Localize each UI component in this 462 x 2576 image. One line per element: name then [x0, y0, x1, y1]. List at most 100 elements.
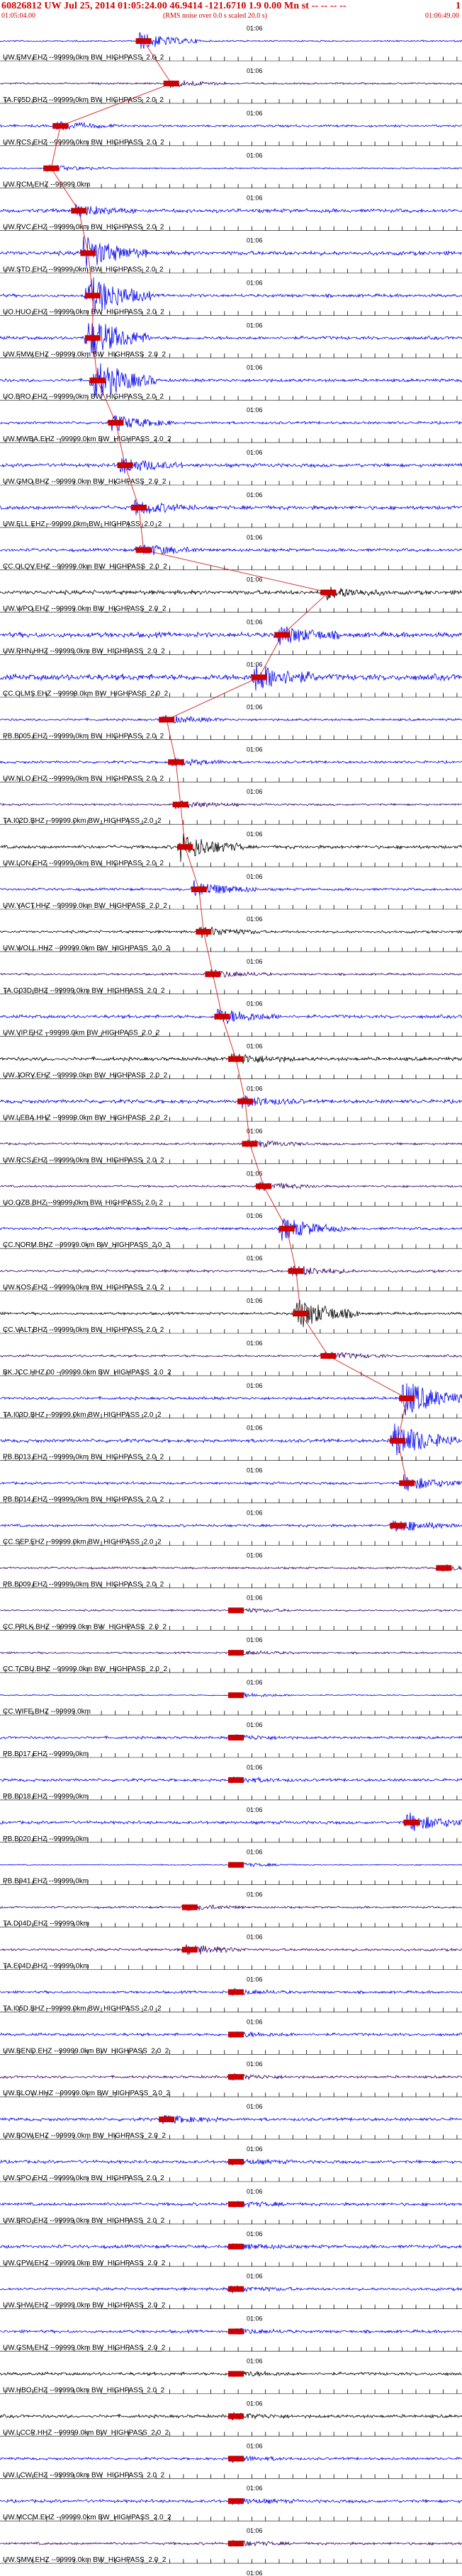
time-mark-label: 01:06 — [247, 1636, 263, 1643]
pick-marker — [228, 2541, 244, 2547]
station-label: UW.SMW.EHZ --99999.0km BW_HIGHPASS_2.0_2 — [3, 2556, 167, 2564]
station-label: UW.HBO.EHZ --99999.0km BW_HIGHPASS_2.0_2 — [3, 2387, 165, 2395]
time-mark-label: 01:06 — [247, 2145, 263, 2153]
station-label: UW.FMW.EHZ --99999.0km BW_HIGHPASS_2.0_2 — [3, 351, 166, 358]
time-mark-label: 01:06 — [247, 703, 263, 710]
event-title: 60826812 UW Jul 25, 2014 01:05:24.00 46.… — [1, 1, 346, 11]
time-mark-label: 01:06 — [247, 195, 263, 202]
time-mark-label: 01:06 — [247, 237, 263, 244]
station-label: BK.JCC.HHZ.00 --99999.0km BW_HIGHPASS_2.… — [3, 1369, 171, 1377]
pick-marker — [403, 1819, 419, 1825]
waveform-trace — [0, 1139, 462, 1149]
pick-marker — [228, 1735, 244, 1740]
station-label: PB.B941.EHZ --99999.0km — [3, 1878, 89, 1886]
waveform-trace — [0, 1903, 462, 1911]
station-label: CC.NORM.BHZ --99999.0km BW_HIGHPASS_2.0_… — [3, 1241, 170, 1249]
seismogram-panel: 01:06 UW.EMV.EHZ --99999.0km BW_HIGHPASS_… — [0, 25, 462, 2576]
station-label: PB.B009.EHZ --99999.0km BW_HIGHPASS_2.0_… — [3, 1580, 164, 1588]
start-time: 01:05:04.00 — [1, 12, 36, 20]
waveform-trace — [0, 80, 462, 89]
waveform-trace — [0, 1474, 462, 1491]
pick-marker — [228, 1862, 244, 1868]
station-label: UW.KOS.EHZ --99999.0km BW_HIGHPASS_2.0_2 — [3, 1284, 164, 1292]
time-mark-label: 01:06 — [247, 1679, 263, 1686]
pick-marker — [159, 2116, 175, 2123]
pick-marker — [228, 2201, 244, 2207]
station-label: UW.RCS.EHZ --99999.0km BW_HIGHPASS_2.0_2 — [3, 1156, 164, 1164]
time-mark-label: 01:06 — [247, 1976, 263, 1983]
station-label: UW.LEBA.HHZ --99999.0km BW_HIGHPASS_2.0_… — [3, 1115, 168, 1122]
station-label: UW.MWBA.EHZ --99999.0km BW_HIGHPASS_2.0_… — [3, 435, 171, 443]
station-label: UW.LON.EHZ --99999.0km BW_HIGHPASS_2.0_2 — [3, 860, 164, 867]
time-mark-label: 01:06 — [247, 67, 263, 74]
time-mark-label: 01:06 — [247, 1467, 263, 1474]
time-mark-label: 01:06 — [247, 1551, 263, 1558]
time-mark-label: 01:06 — [247, 2358, 263, 2365]
station-label: UW.WOLL.HHZ --99999.0km BW_HIGHPASS_2.0_… — [3, 945, 170, 952]
waveform-trace — [0, 1812, 462, 1832]
time-mark-label: 01:06 — [247, 1255, 263, 1262]
station-label: UW.BRO.EHZ --99999.0km BW_HIGHPASS_2.0_2 — [3, 2217, 165, 2225]
station-label: UW.CPW.EHZ --99999.0km BW_HIGHPASS_2.0_2 — [3, 2259, 166, 2267]
waveform-trace — [0, 545, 462, 555]
station-label: CC.PRLK.BHZ --99999.0km BW_HIGHPASS_2.0_… — [3, 1623, 167, 1631]
station-label: TA.G03D.BHZ --99999.0km BW_HIGHPASS_2.0_… — [3, 987, 165, 995]
waveform-trace — [0, 626, 462, 646]
time-mark-label: 01:06 — [247, 2485, 263, 2492]
station-label: PB.B020.EHZ --99999.0km — [3, 1835, 89, 1843]
station-label: UW.ELL.EHZ --99999.0km BW_HIGHPASS_2.0_2 — [3, 520, 162, 528]
scaling-note: (RMS noise over 0.0 s scaled 20.0 s) — [163, 12, 267, 20]
station-label: UW.BLOW.HHZ --99999.0km BW_HIGHPASS_2.0_… — [3, 2090, 170, 2097]
pick-marker — [228, 2371, 244, 2377]
pick-marker — [228, 1607, 244, 1614]
record-header: 60826812 UW Jul 25, 2014 01:05:24.00 46.… — [0, 0, 462, 24]
waveform-trace — [0, 665, 462, 691]
station-label: UW.LCW.EHZ --99999.0km BW_HIGHPASS_2.0_2 — [3, 2471, 165, 2479]
station-label: PB.B005.EHZ --99999.0km BW_HIGHPASS_2.0_… — [3, 732, 164, 740]
waveform-trace — [0, 969, 462, 979]
time-mark-label: 01:06 — [247, 1382, 263, 1389]
waveform-trace — [0, 880, 462, 896]
station-label: UW.EMV.EHZ --99999.0km BW_HIGHPASS_2.0_2 — [3, 54, 164, 62]
moveout-line — [50, 40, 407, 1483]
waveform-trace — [0, 1299, 462, 1328]
station-label: TA.E04D.BHZ --99999.0km — [3, 1963, 89, 1971]
time-mark-label: 01:06 — [247, 831, 263, 838]
waveform-trace — [0, 799, 462, 809]
waveform-trace — [0, 164, 462, 172]
station-label: TA.I02D.BHZ --99999.0km BW_HIGHPASS_2.0_… — [3, 817, 162, 825]
pick-marker — [228, 2286, 244, 2292]
pick-marker — [436, 1565, 452, 1571]
station-label: UW.SPO.EHZ --99999.0km BW_HIGHPASS_2.0_2 — [3, 2175, 164, 2182]
station-label: UW.RCM.EHZ --99999.0km — [3, 181, 90, 189]
pick-marker — [228, 2413, 244, 2420]
waveform-trace — [0, 757, 462, 767]
station-label: UW.JORV.EHZ --99999.0km BW_HIGHPASS_2.0_… — [3, 1072, 168, 1080]
time-mark-label: 01:06 — [247, 746, 263, 753]
waveform-trace — [0, 1265, 462, 1277]
time-mark-label: 01:06 — [247, 364, 263, 371]
end-time: 01:06:49.00 — [424, 12, 459, 20]
waveform-trace — [0, 1564, 462, 1572]
station-label: PB.B017.EHZ --99999.0km — [3, 1750, 89, 1758]
time-mark-label: 01:06 — [247, 2570, 263, 2576]
time-mark-label: 01:06 — [247, 1594, 263, 1601]
station-label: UW.GMO.BHZ --99999.0km BW_HIGHPASS_2.0_2 — [3, 478, 167, 486]
waveform-trace — [0, 586, 462, 600]
time-mark-label: 01:06 — [247, 1001, 263, 1008]
station-label: PB.B018.EHZ --99999.0km — [3, 1793, 89, 1801]
pick-marker — [228, 1989, 244, 1995]
waveform-trace — [0, 457, 462, 474]
station-label: PB.B013.EHZ --99999.0km BW_HIGHPASS_2.0_… — [3, 1454, 164, 1461]
time-mark-label: 01:06 — [247, 2188, 263, 2195]
waveform-trace — [0, 323, 462, 355]
waveform-trace — [0, 2114, 462, 2124]
waveform-trace — [0, 1944, 462, 1955]
station-label: TA.D04D.EHZ --99999.0km — [3, 1920, 89, 1928]
station-label: UW.MCCM.EHZ --99999.0km BW_HIGHPASS_2.0_… — [3, 2514, 171, 2521]
waveform-trace — [0, 926, 462, 938]
waveform-trace — [0, 1008, 462, 1025]
time-mark-label: 01:06 — [247, 152, 263, 159]
pick-marker — [181, 1947, 198, 1953]
waveform-trace — [0, 32, 462, 50]
